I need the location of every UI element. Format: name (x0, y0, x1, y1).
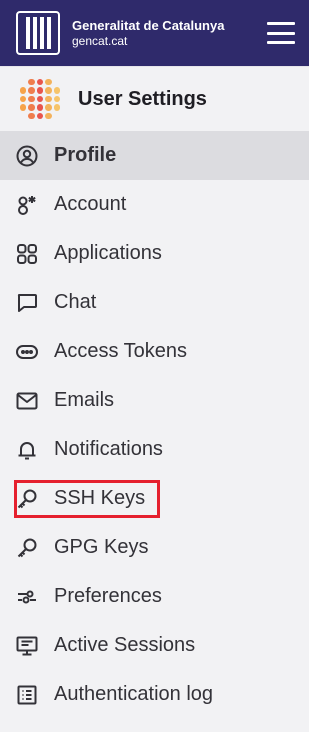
sidebar-item-authentication-log[interactable]: Authentication log (0, 670, 309, 719)
app-frame: Generalitat de Catalunya gencat.cat User… (0, 0, 309, 732)
avatar-dot (36, 112, 44, 119)
avatar-dot (28, 95, 35, 103)
avatar-dot (36, 104, 44, 111)
sidebar-item-active-sessions[interactable]: Active Sessions (0, 621, 309, 670)
sidebar-item-label: Notifications (54, 438, 163, 460)
monitor-icon (14, 633, 40, 659)
sidebar-item-preferences[interactable]: Preferences (0, 572, 309, 621)
avatar-dot (36, 95, 44, 103)
gencat-logo-icon[interactable] (16, 11, 60, 55)
sidebar-item-emails[interactable]: Emails (0, 376, 309, 425)
avatar-dot (45, 87, 52, 94)
brand[interactable]: Generalitat de Catalunya gencat.cat (72, 18, 224, 48)
avatar-dot (20, 95, 27, 103)
settings-sidebar: User Settings Profile Account Applicatio… (0, 66, 309, 732)
avatar-dot (53, 104, 60, 111)
account-icon (14, 192, 40, 218)
sidebar-item-label: Account (54, 193, 127, 215)
brand-subtitle: gencat.cat (72, 34, 128, 48)
sidebar-item-label: Emails (54, 389, 115, 411)
key-icon (14, 535, 40, 561)
sidebar-item-label: SSH Keys (54, 487, 146, 509)
avatar-dot (54, 113, 60, 119)
brand-title: Generalitat de Catalunya (72, 18, 225, 33)
sidebar-item-label: Active Sessions (54, 634, 196, 656)
avatar-dot (28, 112, 35, 119)
log-icon (14, 682, 40, 708)
avatar-dot (45, 95, 52, 103)
sidebar-header[interactable]: User Settings (0, 67, 309, 131)
sidebar-item-notifications[interactable]: Notifications (0, 425, 309, 474)
hamburger-icon[interactable] (267, 22, 295, 44)
sidebar-item-label: Chat (54, 291, 97, 313)
applications-icon (14, 241, 40, 267)
avatar-dot (28, 79, 35, 86)
settings-nav: Profile Account Applications Chat Access… (0, 131, 309, 719)
avatar-dot (45, 112, 52, 119)
key-icon (14, 486, 40, 512)
avatar-dot (20, 79, 26, 85)
avatar-dot (20, 87, 27, 94)
sidebar-item-ssh-keys[interactable]: SSH Keys (0, 474, 309, 523)
sidebar-item-label: Profile (54, 144, 117, 166)
top-navbar: Generalitat de Catalunya gencat.cat (0, 0, 309, 66)
preferences-icon (14, 584, 40, 610)
bell-icon (14, 437, 40, 463)
avatar-dot (28, 87, 35, 94)
avatar-dot (45, 79, 52, 86)
sidebar-item-label: Applications (54, 242, 162, 264)
sidebar-item-label: Authentication log (54, 683, 214, 705)
sidebar-item-applications[interactable]: Applications (0, 229, 309, 278)
profile-icon (14, 143, 40, 169)
sidebar-item-chat[interactable]: Chat (0, 278, 309, 327)
chat-icon (14, 290, 40, 316)
sidebar-item-profile[interactable]: Profile (0, 131, 309, 180)
envelope-icon (14, 388, 40, 414)
avatar-dot (20, 113, 26, 119)
sidebar-item-label: Access Tokens (54, 340, 188, 362)
avatar-dot (53, 95, 60, 103)
dotted-pattern-icon (18, 77, 62, 121)
sidebar-item-label: Preferences (54, 585, 162, 607)
avatar-dot (54, 79, 60, 85)
sidebar-item-access-tokens[interactable]: Access Tokens (0, 327, 309, 376)
sidebar-item-label: GPG Keys (54, 536, 149, 558)
avatar-dot (53, 87, 60, 94)
avatar-dot (28, 104, 35, 111)
avatar-dot (45, 104, 52, 111)
sidebar-item-gpg-keys[interactable]: GPG Keys (0, 523, 309, 572)
sidebar-item-account[interactable]: Account (0, 180, 309, 229)
avatar-dot (20, 104, 27, 111)
token-icon (14, 339, 40, 365)
avatar-dot (36, 79, 44, 86)
avatar-dot (36, 87, 44, 94)
sidebar-title: User Settings (78, 87, 207, 110)
